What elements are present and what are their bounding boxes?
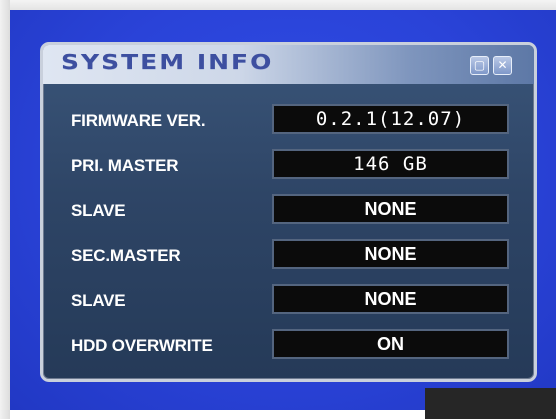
window-titlebar: SYSTEM INFO ▢ ✕ bbox=[43, 45, 534, 84]
info-row-slave-2: SLAVE NONE bbox=[43, 282, 534, 320]
window-title: SYSTEM INFO bbox=[61, 50, 274, 74]
slave-1-value: NONE bbox=[272, 194, 509, 224]
monitor-bezel-left bbox=[0, 0, 10, 419]
system-info-window: SYSTEM INFO ▢ ✕ FIRMWARE VER. 0.2.1(12.0… bbox=[40, 42, 537, 382]
pri-master-label: PRI. MASTER bbox=[71, 156, 179, 175]
info-row-firmware: FIRMWARE VER. 0.2.1(12.07) bbox=[43, 102, 534, 140]
slave-1-label: SLAVE bbox=[71, 201, 126, 220]
hdd-overwrite-label: HDD OVERWRITE bbox=[71, 336, 213, 355]
monitor-screen: SYSTEM INFO ▢ ✕ FIRMWARE VER. 0.2.1(12.0… bbox=[0, 0, 556, 419]
info-row-sec-master: SEC.MASTER NONE bbox=[43, 237, 534, 275]
info-row-pri-master: PRI. MASTER 146 GB bbox=[43, 147, 534, 185]
display-dark-corner bbox=[425, 388, 556, 419]
firmware-label: FIRMWARE VER. bbox=[71, 111, 206, 130]
sec-master-value: NONE bbox=[272, 239, 509, 269]
info-row-slave-1: SLAVE NONE bbox=[43, 192, 534, 230]
info-row-hdd-overwrite: HDD OVERWRITE ON bbox=[43, 327, 534, 365]
firmware-value: 0.2.1(12.07) bbox=[272, 104, 509, 134]
close-icon[interactable]: ✕ bbox=[493, 56, 512, 75]
sec-master-label: SEC.MASTER bbox=[71, 246, 181, 265]
restore-icon[interactable]: ▢ bbox=[470, 56, 489, 75]
hdd-overwrite-value[interactable]: ON bbox=[272, 329, 509, 359]
monitor-bezel-top bbox=[0, 0, 556, 10]
slave-2-label: SLAVE bbox=[71, 291, 126, 310]
slave-2-value: NONE bbox=[272, 284, 509, 314]
pri-master-value: 146 GB bbox=[272, 149, 509, 179]
